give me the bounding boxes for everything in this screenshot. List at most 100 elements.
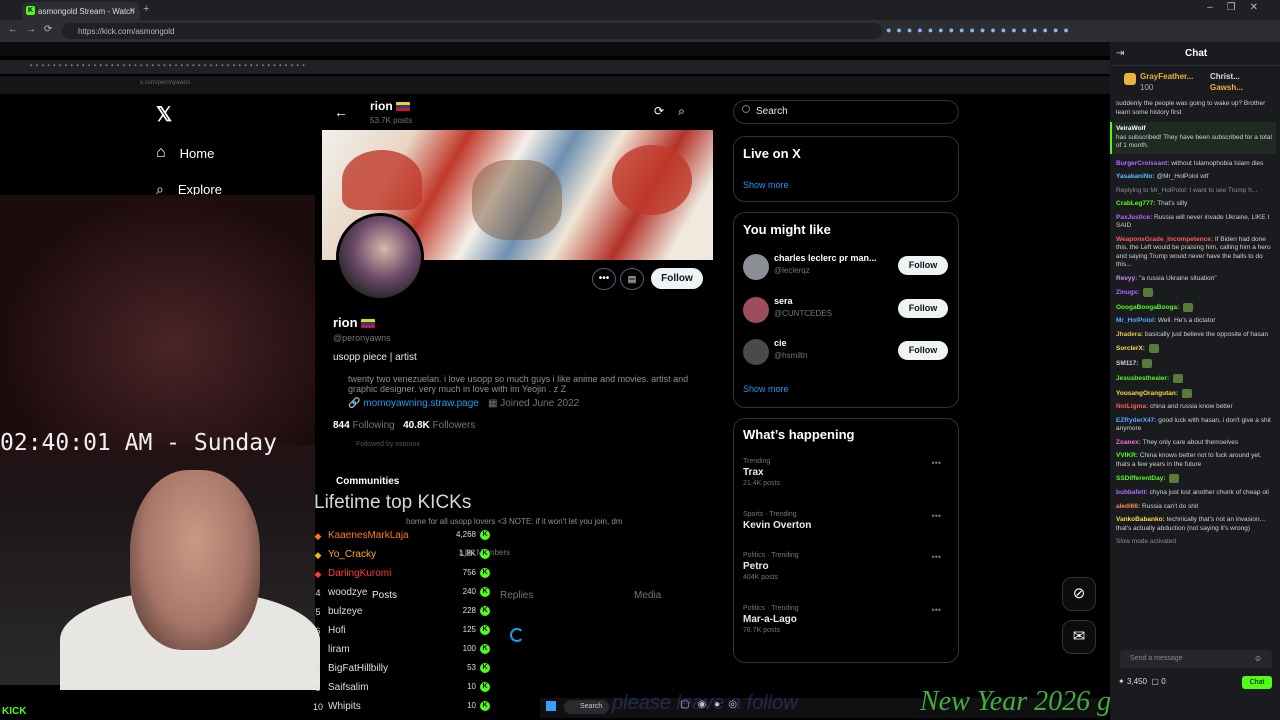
chat-message[interactable]: Jhadera: basically just believe the oppo… (1116, 331, 1276, 340)
taskbar-search[interactable]: Search (564, 700, 609, 714)
chat-username[interactable]: Revyy: (1116, 275, 1139, 282)
live-on-x-title: Live on X (743, 146, 801, 161)
chat-message[interactable]: CrabLeg777: That's silly (1116, 200, 1276, 209)
url-field[interactable]: https://kick.com/asmongold (62, 23, 882, 39)
chat-message[interactable]: YousangOrangutan: (1116, 388, 1276, 399)
profile-header-actions[interactable]: ⟳⌕ (654, 104, 699, 119)
nav-buttons[interactable]: ←→⟳ (8, 24, 60, 35)
chat-input[interactable]: Send a message (1120, 650, 1272, 668)
trend-item[interactable]: Trending Trax 21.4K posts ••• (743, 458, 949, 487)
chat-username[interactable]: SM117: (1116, 360, 1140, 367)
chat-username[interactable]: BurgerCroissant: (1116, 160, 1171, 167)
more-icon[interactable]: ••• (932, 552, 941, 562)
trend-item[interactable]: Politics · Trending Petro 404K posts ••• (743, 552, 949, 581)
chat-message[interactable]: SSDifferentDay: (1116, 474, 1276, 484)
follow-button[interactable]: Follow (898, 341, 948, 360)
show-more-link[interactable]: Show more (743, 180, 789, 190)
chat-username[interactable]: WeaponsGrade_Incompetence: (1116, 236, 1215, 243)
follow-button[interactable]: Follow (651, 268, 703, 289)
tab-media[interactable]: Media (634, 590, 661, 601)
chat-username[interactable]: Jesusbesthealer: (1116, 375, 1171, 382)
follow-button[interactable]: Follow (898, 256, 948, 275)
browser-tab[interactable]: K asmongold Stream - Watch ✕ (22, 2, 140, 20)
new-tab-icon[interactable]: + (143, 3, 149, 15)
nav-home-label: Home (179, 145, 215, 161)
chat-message[interactable]: VVIKR: China knows better not to fuck ar… (1116, 452, 1276, 469)
suggestion-row[interactable]: charles leclerc pr man... @leclerqz Foll… (743, 252, 949, 288)
messages-icon[interactable]: ✉ (1062, 620, 1096, 654)
windows-start-icon[interactable] (546, 701, 556, 711)
trend-item[interactable]: Sports · Trending Kevin Overton ••• (743, 511, 949, 533)
search-input[interactable]: Search (733, 100, 959, 124)
chat-message[interactable]: SorclerX: (1116, 344, 1276, 354)
chat-username[interactable]: SSDifferentDay: (1116, 476, 1167, 483)
chat-message[interactable]: Slow mode activated (1116, 538, 1276, 547)
leaderboard-amount: 10 (467, 682, 476, 691)
chat-username[interactable]: bubbafett: (1116, 489, 1150, 496)
community-description[interactable]: home for all usopp lovers <3 NOTE: if it… (406, 517, 623, 526)
chat-username[interactable]: Mr_HolPolol: (1116, 317, 1158, 324)
chat-message[interactable]: Zinugx: (1116, 288, 1276, 298)
suggestion-row[interactable]: cie @hsmiltn Follow (743, 337, 949, 373)
nav-home[interactable]: ⌂ Home (156, 144, 214, 162)
trend-item[interactable]: Politics · Trending Mar-a-Lago 76.7K pos… (743, 605, 949, 634)
chat-message[interactable]: bubbafett: chyna just lost another chunk… (1116, 489, 1276, 498)
chat-message[interactable]: Replying to Mr_HolPolol: I want to see T… (1116, 187, 1276, 196)
more-icon[interactable]: ••• (932, 458, 941, 468)
chat-username[interactable]: SorclerX: (1116, 346, 1147, 353)
chat-message[interactable]: YasakaniNo: @Mr_HolPolol wtf (1116, 173, 1276, 182)
chat-username[interactable]: PaxJustice: (1116, 214, 1154, 221)
chat-message[interactable]: aledi66: Russia can't do shit (1116, 503, 1276, 512)
show-more-link[interactable]: Show more (743, 384, 789, 394)
chat-username[interactable]: VankoBabanko: (1116, 516, 1167, 523)
more-icon[interactable]: ••• (932, 605, 941, 615)
close-tab-icon[interactable]: ✕ (129, 6, 136, 15)
chat-message[interactable]: Mr_HolPolol: Well. He's a dictator (1116, 317, 1276, 326)
chat-username[interactable]: YasakaniNo: (1116, 173, 1156, 180)
chat-username[interactable]: CrabLeg777: (1116, 200, 1157, 207)
send-chat-button[interactable]: Chat (1242, 676, 1272, 689)
emote-picker-icon[interactable]: ☺ (1254, 654, 1262, 663)
follow-button[interactable]: Follow (898, 299, 948, 318)
chat-username[interactable]: YousangOrangutan: (1116, 390, 1180, 397)
chat-message[interactable]: EZRyderX47: good luck with hasan, i don'… (1116, 417, 1276, 434)
chat-message[interactable]: PaxJustice: Russia will never invade Ukr… (1116, 214, 1276, 231)
chat-username[interactable]: VVIKR: (1116, 452, 1140, 459)
grok-icon[interactable]: ⊘ (1062, 577, 1096, 611)
x-logo-icon[interactable]: 𝕏 (156, 102, 172, 127)
chat-username[interactable]: aledi66: (1116, 503, 1142, 510)
back-arrow-icon[interactable]: ← (334, 104, 348, 120)
search-icon[interactable]: ⌕ (678, 104, 699, 118)
more-options-button[interactable]: ••• (592, 268, 616, 290)
more-icon[interactable]: ••• (932, 511, 941, 521)
chat-message[interactable]: Zoanex: They only care about themselves (1116, 439, 1276, 448)
refresh-icon[interactable]: ⟳ (654, 104, 678, 118)
chat-username[interactable]: Zoanex: (1116, 439, 1143, 446)
chat-message[interactable]: Revyy: "a russia Ukraine situation" (1116, 275, 1276, 284)
chat-message[interactable]: BurgerCroissant: without Islamophobia Is… (1116, 160, 1276, 169)
chat-message[interactable]: suddenly the people was going to wake up… (1116, 100, 1276, 117)
profile-stats[interactable]: 844 Following 40.8K Followers (333, 420, 475, 431)
chat-message[interactable]: SM117: (1116, 359, 1276, 369)
chat-message[interactable]: OoogaBoogaBooga: (1116, 302, 1276, 313)
window-controls[interactable]: –❐✕ (1207, 2, 1272, 13)
collapse-chat-icon[interactable]: ⇥ (1116, 48, 1124, 59)
subscribe-icon[interactable]: ▤ (620, 268, 644, 290)
chat-username[interactable]: EZRyderX47: (1116, 417, 1158, 424)
chat-username[interactable]: Zinugx: (1116, 289, 1141, 296)
chat-message[interactable]: VankoBabanko: technically that's not an … (1116, 516, 1276, 533)
chat-message[interactable]: NotLigma: china and russia know better (1116, 403, 1276, 412)
chat-sub-notice[interactable]: VeiraWolf has subscribed! They have been… (1110, 122, 1276, 154)
gift-leaderboard[interactable]: GrayFeather... 100 Christ... Gawsh... (1120, 70, 1280, 98)
chat-username[interactable]: NotLigma: (1116, 403, 1150, 410)
chat-username[interactable]: Jhadera: (1116, 331, 1145, 338)
chat-message[interactable]: Jesusbesthealer: (1116, 373, 1276, 384)
chat-message[interactable]: WeaponsGrade_Incompetence: If Biden had … (1116, 236, 1276, 270)
extensions-icons[interactable]: ●●●●●●●●●●●●●●●●●● (886, 25, 1074, 35)
suggestion-row[interactable]: sera @CUNTCEDES Follow (743, 295, 949, 331)
profile-link[interactable]: 🔗 momoyawning.straw.page (348, 398, 479, 409)
chat-username[interactable]: OoogaBoogaBooga: (1116, 304, 1181, 311)
chat-username[interactable]: VeiraWolf (1116, 125, 1146, 132)
avatar[interactable] (336, 213, 424, 301)
tab-replies[interactable]: Replies (500, 590, 533, 601)
